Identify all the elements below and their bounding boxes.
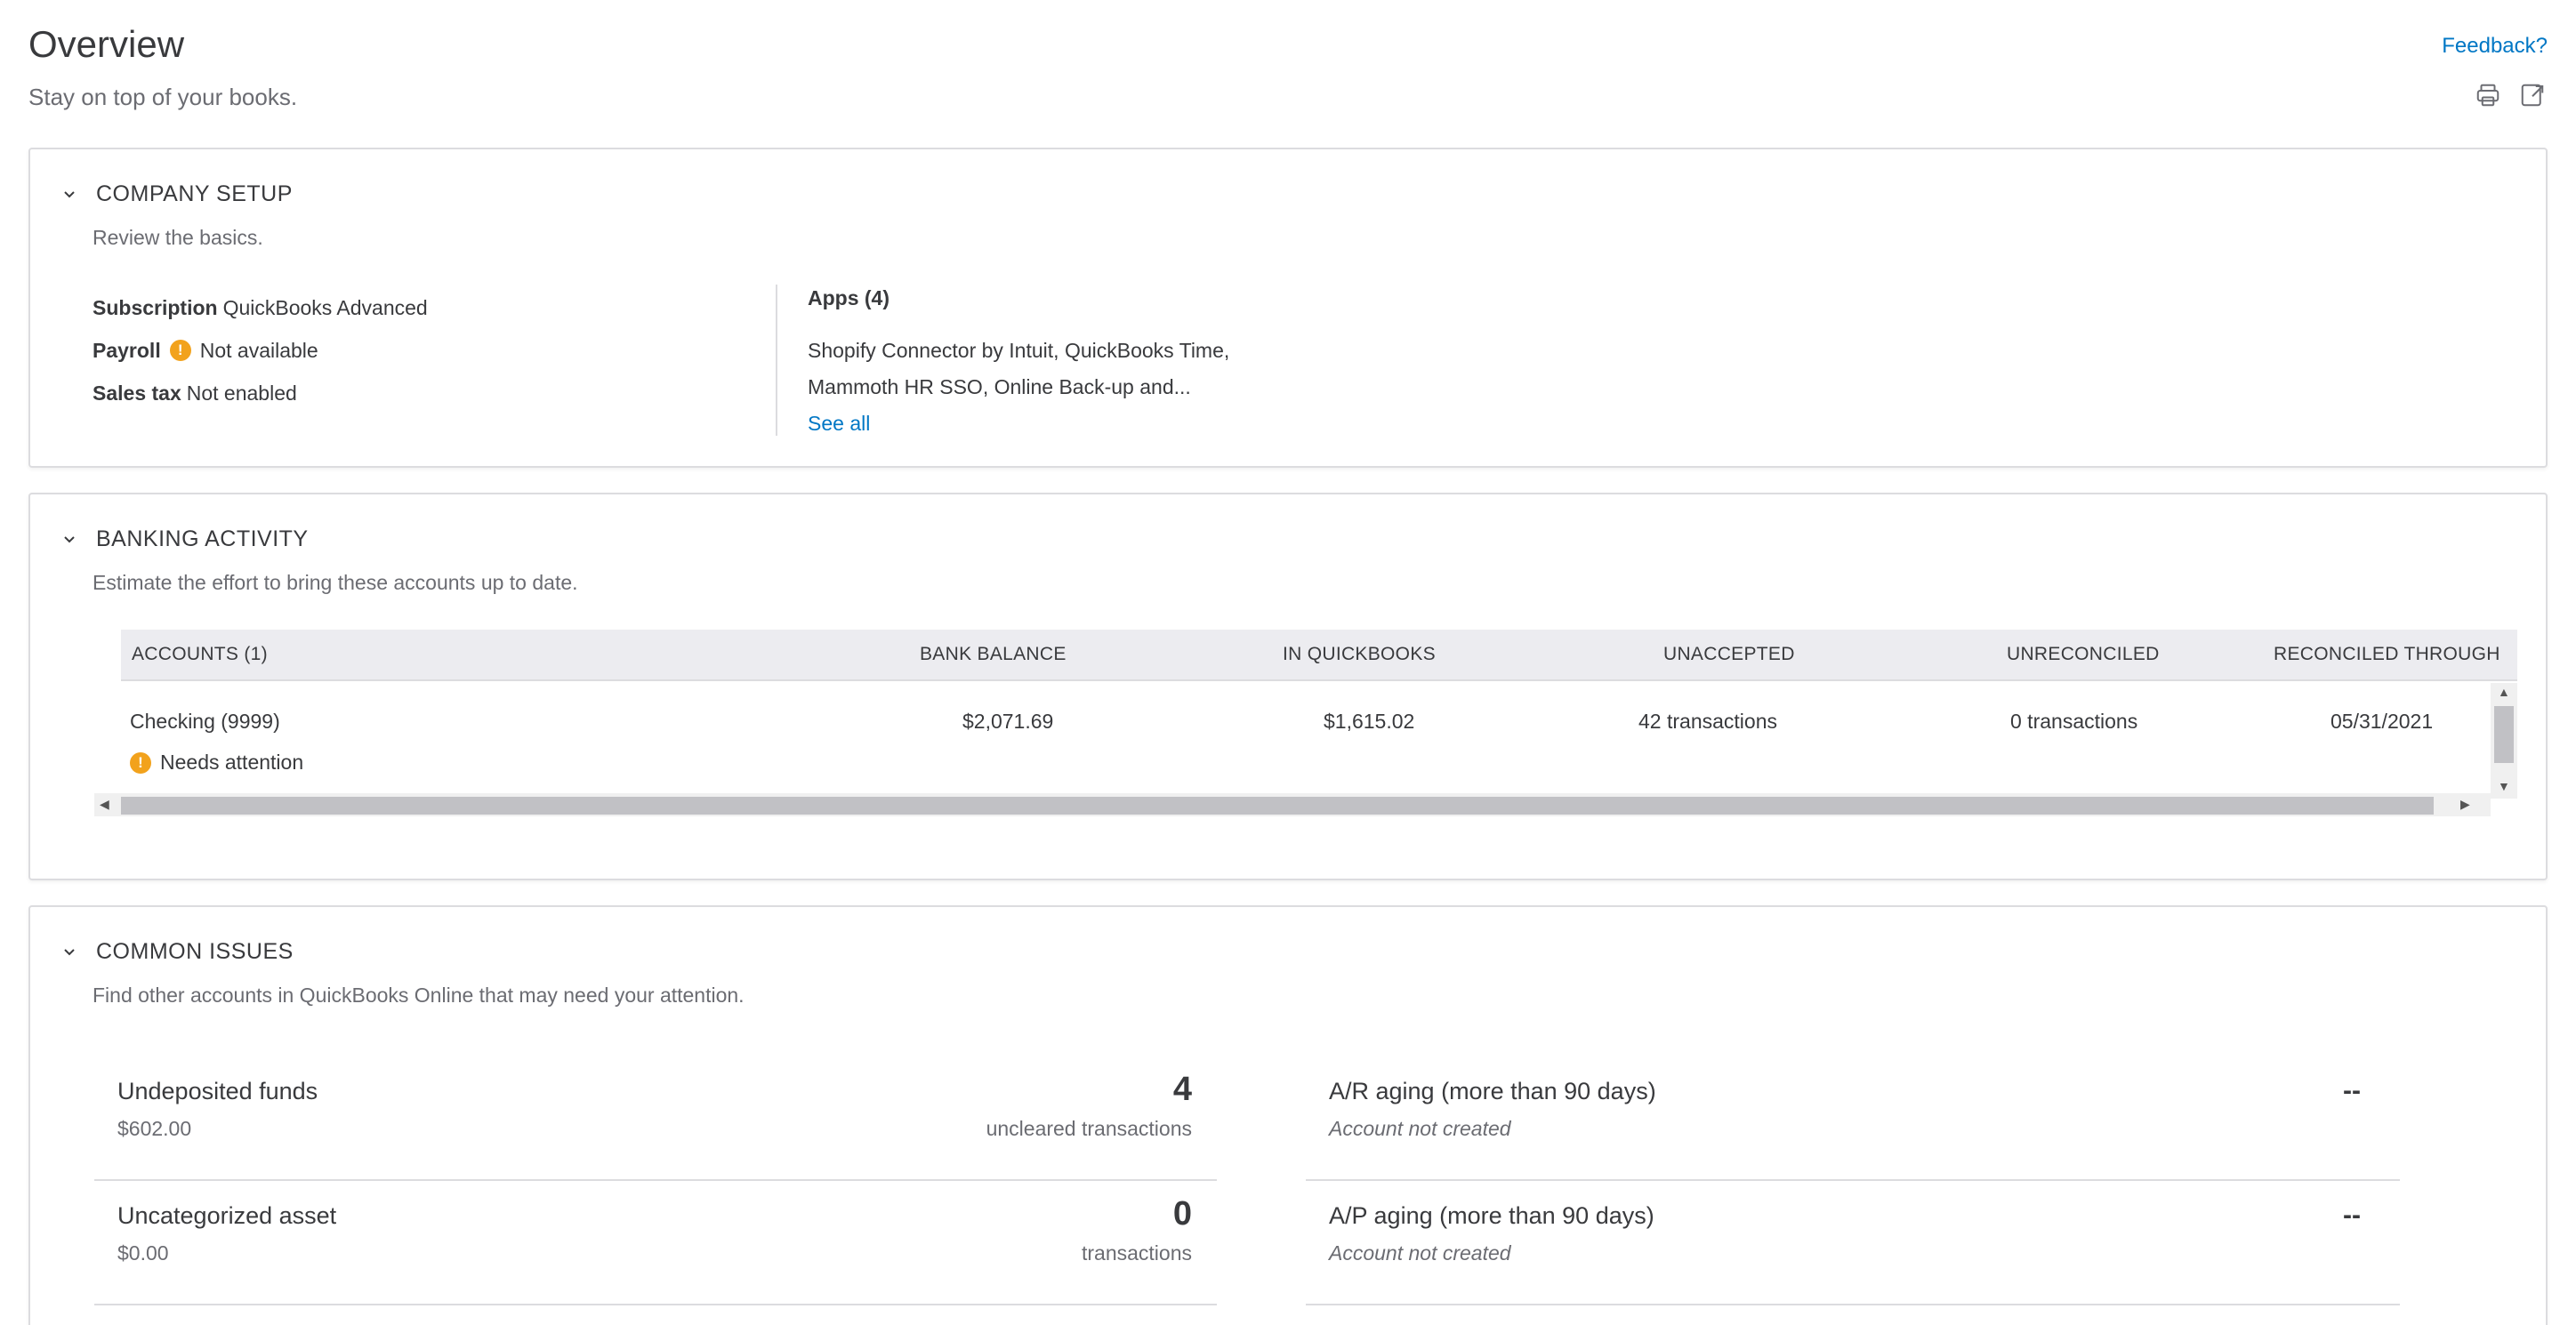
banking-activity-card: BANKING ACTIVITY Estimate the effort to … — [28, 493, 2548, 880]
page-title: Overview — [28, 23, 185, 65]
table-header: ACCOUNTS (1) BANK BALANCE IN QUICKBOOKS … — [121, 630, 2517, 681]
feedback-link[interactable]: Feedback? — [2442, 34, 2548, 59]
sales-tax-value: Not enabled — [186, 381, 297, 405]
issue-status: Account not created — [1329, 1241, 1511, 1265]
unreconciled-value[interactable]: 0 transactions — [2010, 710, 2137, 734]
subscription-value: QuickBooks Advanced — [222, 296, 428, 319]
company-setup-header[interactable]: COMPANY SETUP — [60, 181, 293, 207]
sales-tax-label: Sales tax — [93, 381, 181, 405]
issue-uncategorized-asset[interactable]: Uncategorized asset $0.00 0 transactions — [94, 1181, 1217, 1305]
chevron-down-icon[interactable] — [60, 186, 78, 204]
apps-title: Apps (4) — [808, 286, 890, 309]
common-issues-title: COMMON ISSUES — [96, 939, 294, 964]
page-subtitle: Stay on top of your books. — [28, 84, 298, 110]
sales-tax-row: Sales tax Not enabled — [93, 372, 428, 414]
status-text: Needs attention — [160, 751, 304, 774]
issue-count[interactable]: 4 — [1173, 1071, 1192, 1109]
header-actions — [2473, 80, 2548, 110]
company-setup-card: COMPANY SETUP Review the basics. Subscri… — [28, 148, 2548, 468]
issue-status: Account not created — [1329, 1117, 1511, 1140]
column-header-in-quickbooks[interactable]: IN QUICKBOOKS — [1283, 644, 1436, 665]
issue-undeposited-funds[interactable]: Undeposited funds $602.00 4 uncleared tr… — [94, 1056, 1217, 1181]
in-quickbooks-value: $1,615.02 — [1324, 710, 1415, 733]
issue-name: A/P aging (more than 90 days) — [1329, 1202, 1654, 1229]
column-header-bank-balance[interactable]: BANK BALANCE — [920, 644, 1067, 665]
issue-value: -- — [2343, 1076, 2361, 1105]
export-icon[interactable] — [2517, 80, 2548, 110]
subscription-label: Subscription — [93, 296, 218, 319]
issue-count-label: transactions — [1081, 1241, 1192, 1265]
subscription-row: Subscription QuickBooks Advanced — [93, 286, 428, 329]
reconciled-through-value: 05/31/2021 — [2330, 710, 2434, 733]
banking-activity-description: Estimate the effort to bring these accou… — [93, 571, 578, 594]
needs-attention-status: ! Needs attention — [130, 751, 303, 775]
scroll-up-icon[interactable]: ▲ — [2498, 685, 2510, 699]
setup-details: Subscription QuickBooks Advanced Payroll… — [93, 286, 428, 414]
scrollbar-thumb[interactable] — [2494, 706, 2514, 763]
banking-activity-title: BANKING ACTIVITY — [96, 526, 309, 551]
divider — [776, 285, 777, 436]
common-issues-header[interactable]: COMMON ISSUES — [60, 939, 294, 965]
issue-name: Undeposited funds — [117, 1078, 318, 1104]
scroll-down-icon[interactable]: ▼ — [2498, 779, 2510, 793]
see-all-link[interactable]: See all — [808, 406, 1229, 442]
chevron-down-icon[interactable] — [60, 944, 78, 961]
issue-amount: $0.00 — [117, 1241, 169, 1265]
table-row[interactable]: Checking (9999) $2,071.69 $1,615.02 42 t… — [121, 683, 2491, 799]
warning-icon: ! — [169, 340, 191, 361]
issue-count-label: uncleared transactions — [986, 1117, 1192, 1140]
chevron-down-icon[interactable] — [60, 531, 78, 549]
bank-balance-value: $2,071.69 — [962, 710, 1054, 733]
scroll-right-icon[interactable]: ▶ — [2460, 797, 2470, 812]
account-name[interactable]: Checking (9999) — [130, 710, 280, 734]
apps-section: Apps (4) Shopify Connector by Intuit, Qu… — [808, 286, 1229, 442]
banking-table: ACCOUNTS (1) BANK BALANCE IN QUICKBOOKS … — [94, 630, 2517, 816]
column-header-accounts[interactable]: ACCOUNTS (1) — [132, 644, 268, 665]
issue-ar-aging[interactable]: A/R aging (more than 90 days) Account no… — [1306, 1056, 2400, 1181]
horizontal-scrollbar[interactable]: ◀ ▶ — [94, 793, 2491, 816]
payroll-label: Payroll — [93, 339, 161, 362]
payroll-row: Payroll ! Not available — [93, 329, 428, 372]
apps-list-line-1: Shopify Connector by Intuit, QuickBooks … — [808, 339, 1230, 362]
issue-ap-aging[interactable]: A/P aging (more than 90 days) Account no… — [1306, 1181, 2400, 1305]
column-header-reconciled-through[interactable]: RECONCILED THROUGH — [2274, 644, 2500, 665]
apps-list-line-2: Mammoth HR SSO, Online Back-up and... — [808, 375, 1191, 398]
issue-value: -- — [2343, 1201, 2361, 1230]
vertical-scrollbar[interactable]: ▲ ▼ — [2491, 683, 2517, 799]
issue-name: Uncategorized asset — [117, 1202, 337, 1229]
column-header-unaccepted[interactable]: UNACCEPTED — [1663, 644, 1795, 665]
warning-icon: ! — [130, 751, 151, 774]
column-header-unreconciled[interactable]: UNRECONCILED — [2007, 644, 2160, 665]
common-issues-card: COMMON ISSUES Find other accounts in Qui… — [28, 905, 2548, 1325]
issue-amount: $602.00 — [117, 1117, 192, 1140]
payroll-value: Not available — [199, 339, 318, 362]
issue-name: A/R aging (more than 90 days) — [1329, 1078, 1656, 1104]
company-setup-description: Review the basics. — [93, 226, 263, 249]
company-setup-title: COMPANY SETUP — [96, 181, 293, 206]
printer-icon[interactable] — [2473, 80, 2503, 110]
scroll-left-icon[interactable]: ◀ — [100, 797, 109, 812]
banking-activity-header[interactable]: BANKING ACTIVITY — [60, 526, 309, 552]
unaccepted-value[interactable]: 42 transactions — [1638, 710, 1777, 734]
common-issues-description: Find other accounts in QuickBooks Online… — [93, 984, 745, 1007]
issue-count[interactable]: 0 — [1173, 1195, 1192, 1233]
scrollbar-thumb[interactable] — [121, 797, 2434, 815]
